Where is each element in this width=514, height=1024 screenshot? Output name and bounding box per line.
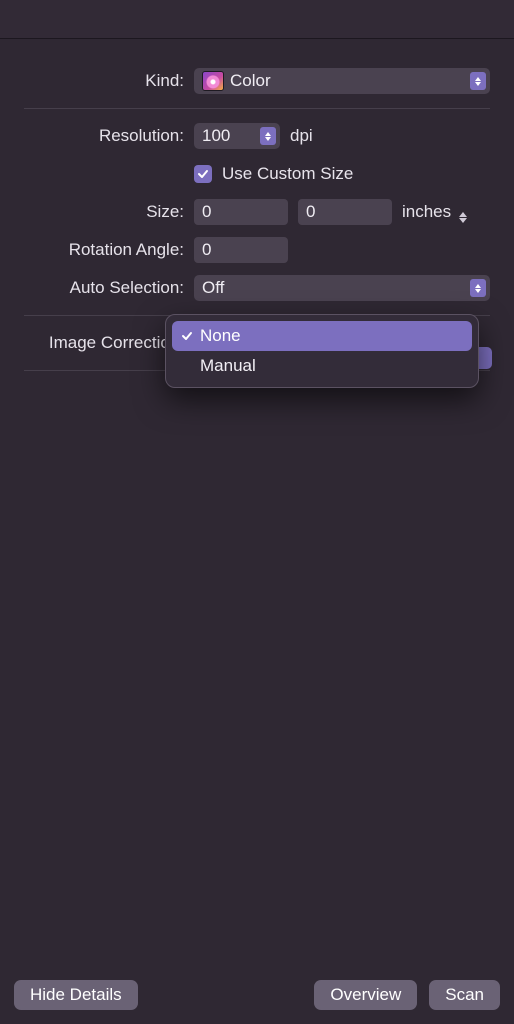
kind-popup[interactable]: Color xyxy=(194,68,490,94)
label-resolution: Resolution: xyxy=(24,126,194,146)
chevron-updown-icon xyxy=(470,279,486,297)
use-custom-size-checkbox[interactable] xyxy=(194,165,212,183)
image-correction-dropdown[interactable]: None Manual xyxy=(165,314,479,388)
chevron-updown-icon xyxy=(470,72,486,90)
resolution-unit: dpi xyxy=(290,126,313,146)
row-resolution: Resolution: 100 dpi xyxy=(24,117,490,155)
scan-button[interactable]: Scan xyxy=(429,980,500,1010)
hide-details-button[interactable]: Hide Details xyxy=(14,980,138,1010)
label-auto-selection: Auto Selection: xyxy=(24,278,194,298)
rotation-angle-input[interactable] xyxy=(194,237,288,263)
footer-toolbar: Hide Details Overview Scan xyxy=(0,966,514,1024)
label-kind: Kind: xyxy=(24,71,194,91)
row-auto-selection: Auto Selection: Off xyxy=(24,269,490,316)
auto-selection-value: Off xyxy=(202,278,224,298)
row-rotation-angle: Rotation Angle: xyxy=(24,231,490,269)
window-titlebar xyxy=(0,0,514,39)
size-height-input[interactable] xyxy=(298,199,392,225)
settings-panel: Kind: Color Resolution: 100 dpi xyxy=(0,38,514,1024)
overview-button[interactable]: Overview xyxy=(314,980,417,1010)
size-unit-select[interactable]: inches xyxy=(402,202,467,223)
dropdown-item-manual[interactable]: Manual xyxy=(172,351,472,381)
use-custom-size-label: Use Custom Size xyxy=(222,164,353,184)
dropdown-item-none[interactable]: None xyxy=(172,321,472,351)
row-use-custom-size: Use Custom Size xyxy=(24,155,490,193)
checkmark-icon xyxy=(180,330,194,342)
size-width-input[interactable] xyxy=(194,199,288,225)
row-kind: Kind: Color xyxy=(24,62,490,109)
label-rotation-angle: Rotation Angle: xyxy=(24,240,194,260)
chevron-updown-icon xyxy=(260,127,276,145)
dropdown-item-label: Manual xyxy=(200,356,256,376)
row-size: Size: inches xyxy=(24,193,490,231)
kind-icon xyxy=(202,71,224,91)
auto-selection-popup[interactable]: Off xyxy=(194,275,490,301)
chevron-updown-icon xyxy=(459,212,467,223)
resolution-value: 100 xyxy=(202,126,230,146)
resolution-popup[interactable]: 100 xyxy=(194,123,280,149)
kind-value: Color xyxy=(230,71,271,91)
label-size: Size: xyxy=(24,202,194,222)
checkmark-icon xyxy=(197,168,209,180)
dropdown-item-label: None xyxy=(200,326,241,346)
